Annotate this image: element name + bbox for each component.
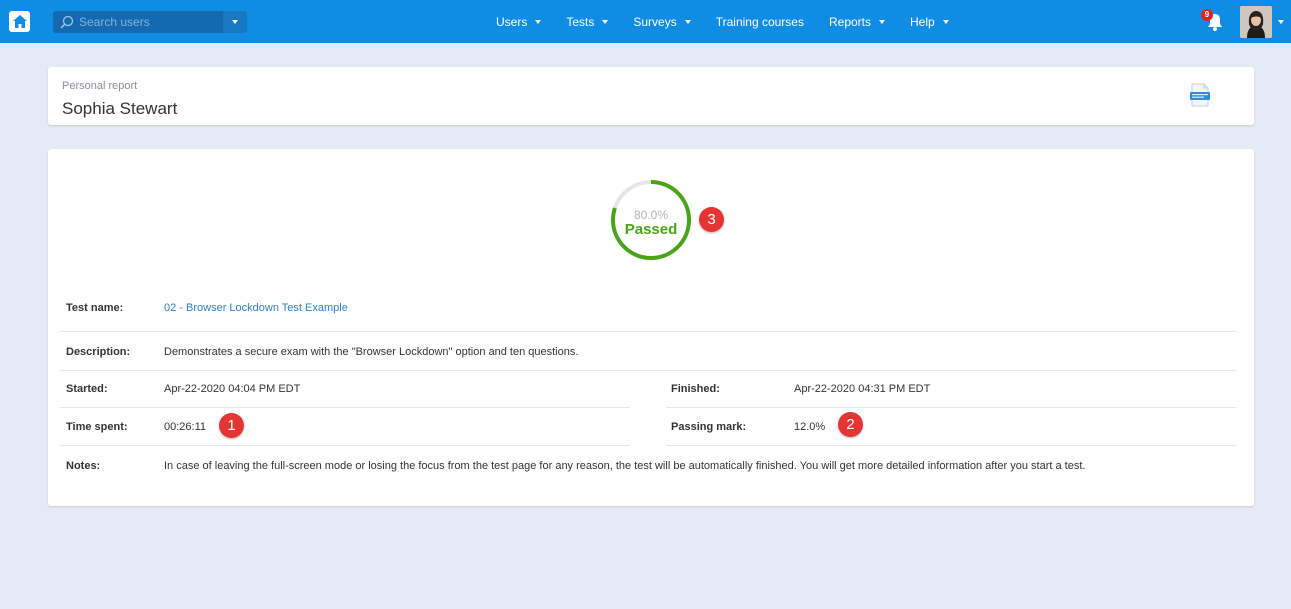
test-name-label: Test name: — [66, 302, 124, 314]
started-value: Apr-22-2020 04:04 PM EDT — [164, 383, 301, 395]
main-menu: Users Tests Surveys Training courses Rep… — [496, 0, 974, 43]
nav-label: Help — [910, 14, 935, 29]
passing-mark-value: 12.0% — [794, 421, 826, 433]
top-navigation-bar: Users Tests Surveys Training courses Rep… — [0, 0, 1291, 43]
row-divider — [666, 445, 1236, 446]
chevron-down-icon — [535, 19, 542, 24]
callout-marker-1: 1 — [219, 413, 244, 438]
description-label: Description: — [66, 346, 131, 358]
search-users-box[interactable] — [53, 11, 247, 33]
callout-marker-3: 3 — [699, 207, 724, 232]
chevron-down-icon — [602, 19, 609, 24]
test-name-link[interactable]: 02 - Browser Lockdown Test Example — [164, 302, 348, 314]
search-icon — [60, 15, 74, 29]
personal-report-header: Personal report Sophia Stewart — [48, 67, 1254, 125]
finished-label: Finished: — [671, 383, 720, 395]
search-input[interactable] — [79, 13, 219, 31]
page-subtitle: Personal report — [62, 80, 138, 92]
user-avatar[interactable] — [1240, 6, 1272, 38]
chevron-down-icon[interactable] — [1278, 20, 1284, 24]
nav-users[interactable]: Users — [496, 14, 542, 29]
row-divider — [60, 370, 1236, 371]
notification-count-badge: 9 — [1201, 9, 1213, 21]
home-icon — [12, 15, 27, 28]
row-divider — [60, 331, 1236, 332]
time-spent-label: Time spent: — [66, 421, 128, 433]
chevron-down-icon — [879, 19, 886, 24]
home-button[interactable] — [9, 11, 30, 32]
passing-mark-label: Passing mark: — [671, 421, 747, 433]
callout-marker-2: 2 — [838, 412, 863, 437]
finished-value: Apr-22-2020 04:31 PM EDT — [794, 383, 931, 395]
nav-reports[interactable]: Reports — [828, 14, 886, 29]
nav-label: Tests — [566, 14, 595, 29]
time-spent-value: 00:26:11 — [164, 421, 207, 433]
notes-label: Notes: — [66, 460, 101, 472]
row-divider — [60, 445, 630, 446]
nav-tests[interactable]: Tests — [566, 14, 609, 29]
nav-help[interactable]: Help — [910, 15, 949, 29]
result-status: Passed — [624, 221, 678, 238]
score-percent: 80.0% — [633, 208, 669, 222]
test-result-card: 80.0% Passed 3 Test name: 02 - Browser L… — [48, 149, 1254, 506]
caret-down-icon — [232, 20, 238, 24]
chevron-down-icon — [942, 19, 949, 24]
user-avatar-icon — [1240, 6, 1272, 38]
chevron-down-icon — [684, 19, 691, 24]
search-filter-dropdown[interactable] — [223, 11, 247, 33]
score-report-icon[interactable] — [1189, 83, 1211, 107]
notes-value: In case of leaving the full-screen mode … — [164, 460, 1086, 472]
row-divider — [666, 407, 1236, 408]
page-title: Sophia Stewart — [62, 99, 178, 118]
nav-label: Reports — [828, 14, 872, 29]
row-divider — [60, 407, 630, 408]
nav-label: Training courses — [715, 14, 804, 29]
notifications-button[interactable]: 9 — [1201, 9, 1226, 33]
description-value: Demonstrates a secure exam with the "Bro… — [164, 346, 579, 358]
nav-training-courses[interactable]: Training courses — [716, 15, 804, 29]
nav-label: Surveys — [633, 14, 677, 29]
nav-surveys[interactable]: Surveys — [633, 14, 691, 29]
nav-label: Users — [496, 14, 528, 29]
started-label: Started: — [66, 383, 108, 395]
